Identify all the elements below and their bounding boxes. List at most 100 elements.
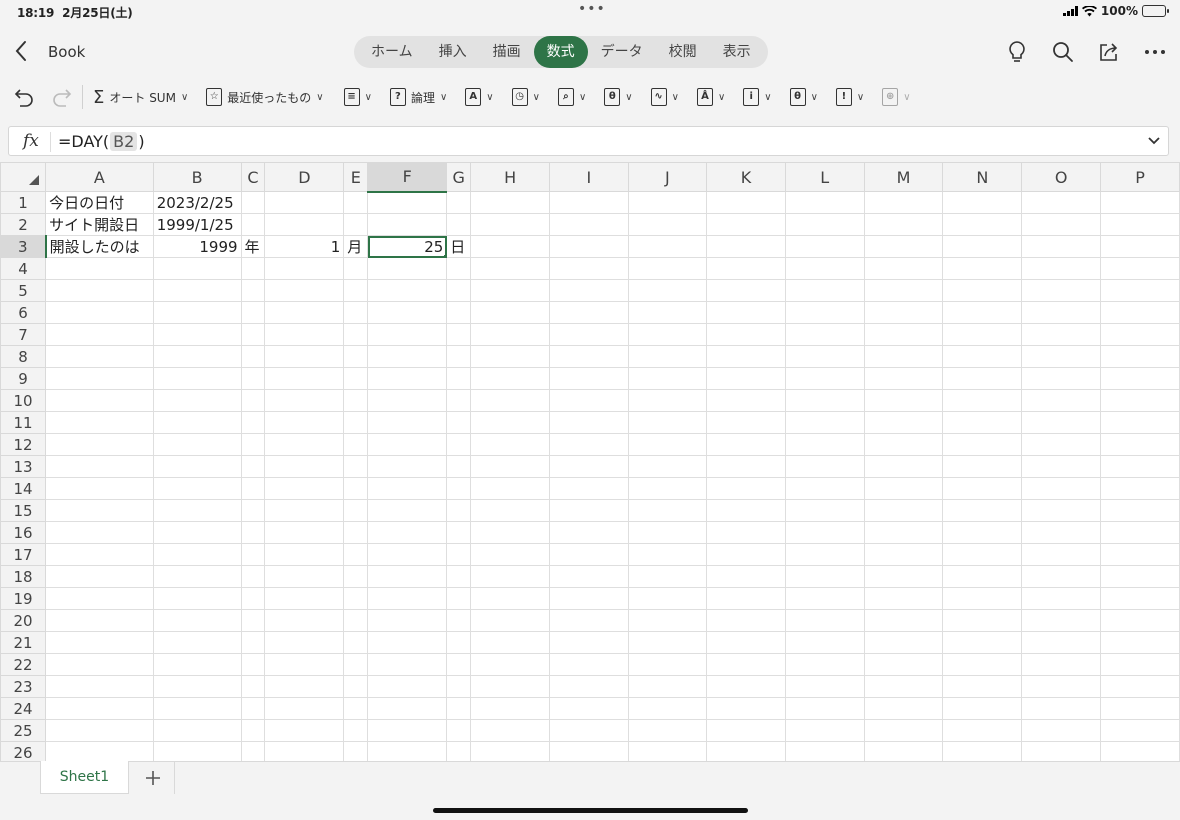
cell-a5[interactable]: [45, 279, 154, 302]
row-header[interactable]: 2: [0, 213, 47, 236]
cell-p17[interactable]: [1100, 543, 1180, 566]
cell-m26[interactable]: [863, 741, 944, 761]
cell-j13[interactable]: [627, 455, 708, 478]
cell-m3[interactable]: [863, 235, 944, 258]
cell-b14[interactable]: [152, 477, 242, 500]
datetime-functions-button[interactable]: ◷ ∨: [511, 82, 540, 112]
cell-l19[interactable]: [784, 587, 865, 610]
cell-m10[interactable]: [863, 389, 944, 412]
cell-j25[interactable]: [627, 719, 708, 742]
cell-k4[interactable]: [706, 257, 786, 280]
cell-e18[interactable]: [343, 565, 369, 588]
cell-b22[interactable]: [152, 653, 242, 676]
cell-n21[interactable]: [942, 631, 1023, 654]
lookup-functions-button[interactable]: ⌕ ∨: [557, 82, 586, 112]
cell-c23[interactable]: [240, 675, 266, 698]
column-header-e[interactable]: E: [343, 162, 369, 192]
column-header-p[interactable]: P: [1100, 162, 1180, 192]
cell-d1[interactable]: [264, 191, 345, 214]
cell-l13[interactable]: [784, 455, 865, 478]
cell-g4[interactable]: [446, 257, 472, 280]
cell-e2[interactable]: [343, 213, 369, 236]
cell-l26[interactable]: [784, 741, 865, 761]
cell-k16[interactable]: [706, 521, 786, 544]
cell-e3[interactable]: 月: [343, 235, 369, 258]
cell-j23[interactable]: [627, 675, 708, 698]
cell-l9[interactable]: [784, 367, 865, 390]
cell-j1[interactable]: [627, 191, 708, 214]
cell-f22[interactable]: [367, 653, 448, 676]
tab-formulas[interactable]: 数式: [533, 36, 588, 68]
row-header[interactable]: 22: [0, 653, 47, 676]
cell-a14[interactable]: [45, 477, 154, 500]
cell-p6[interactable]: [1100, 301, 1180, 324]
cell-e10[interactable]: [343, 389, 369, 412]
row-header[interactable]: 3: [0, 235, 47, 258]
row-header[interactable]: 7: [0, 323, 47, 346]
cell-p18[interactable]: [1100, 565, 1180, 588]
cell-g2[interactable]: [446, 213, 472, 236]
cell-g19[interactable]: [446, 587, 472, 610]
share-icon[interactable]: [1092, 38, 1126, 66]
cell-m22[interactable]: [863, 653, 944, 676]
cell-p13[interactable]: [1100, 455, 1180, 478]
cell-o20[interactable]: [1021, 609, 1102, 632]
cell-a17[interactable]: [45, 543, 154, 566]
cell-p10[interactable]: [1100, 389, 1180, 412]
cell-p14[interactable]: [1100, 477, 1180, 500]
cell-h20[interactable]: [470, 609, 551, 632]
cell-f10[interactable]: [367, 389, 448, 412]
cell-b15[interactable]: [152, 499, 242, 522]
cell-h24[interactable]: [470, 697, 551, 720]
cell-b3[interactable]: 1999: [152, 235, 242, 258]
cell-k25[interactable]: [706, 719, 786, 742]
cell-d20[interactable]: [264, 609, 345, 632]
cell-b5[interactable]: [152, 279, 242, 302]
cell-m1[interactable]: [863, 191, 944, 214]
column-header-h[interactable]: H: [470, 162, 551, 192]
cell-f23[interactable]: [367, 675, 448, 698]
cell-o16[interactable]: [1021, 521, 1102, 544]
cell-d3[interactable]: 1: [264, 235, 345, 258]
cell-g12[interactable]: [446, 433, 472, 456]
cell-e21[interactable]: [343, 631, 369, 654]
cell-m20[interactable]: [863, 609, 944, 632]
cell-k5[interactable]: [706, 279, 786, 302]
column-header-f[interactable]: F: [367, 162, 448, 193]
row-header[interactable]: 1: [0, 191, 47, 214]
cell-o4[interactable]: [1021, 257, 1102, 280]
cell-n24[interactable]: [942, 697, 1023, 720]
cell-j7[interactable]: [627, 323, 708, 346]
cell-c3[interactable]: 年: [240, 235, 266, 258]
cell-e12[interactable]: [343, 433, 369, 456]
cell-a3[interactable]: 開設したのは: [45, 235, 154, 258]
cell-n25[interactable]: [942, 719, 1023, 742]
cell-m25[interactable]: [863, 719, 944, 742]
cell-g22[interactable]: [446, 653, 472, 676]
cell-n9[interactable]: [942, 367, 1023, 390]
cell-l12[interactable]: [784, 433, 865, 456]
cell-i10[interactable]: [549, 389, 629, 412]
financial-button[interactable]: ≡ ∨: [343, 82, 372, 112]
cell-h14[interactable]: [470, 477, 551, 500]
cell-n16[interactable]: [942, 521, 1023, 544]
cell-f21[interactable]: [367, 631, 448, 654]
cell-a7[interactable]: [45, 323, 154, 346]
cell-m24[interactable]: [863, 697, 944, 720]
cell-l4[interactable]: [784, 257, 865, 280]
cell-g8[interactable]: [446, 345, 472, 368]
cell-m18[interactable]: [863, 565, 944, 588]
cell-h10[interactable]: [470, 389, 551, 412]
cell-h8[interactable]: [470, 345, 551, 368]
cell-c19[interactable]: [240, 587, 266, 610]
cell-k13[interactable]: [706, 455, 786, 478]
cell-o22[interactable]: [1021, 653, 1102, 676]
cell-g10[interactable]: [446, 389, 472, 412]
cell-h16[interactable]: [470, 521, 551, 544]
cell-f18[interactable]: [367, 565, 448, 588]
cell-c26[interactable]: [240, 741, 266, 761]
cell-d13[interactable]: [264, 455, 345, 478]
cell-f6[interactable]: [367, 301, 448, 324]
row-header[interactable]: 8: [0, 345, 47, 368]
cell-k14[interactable]: [706, 477, 786, 500]
